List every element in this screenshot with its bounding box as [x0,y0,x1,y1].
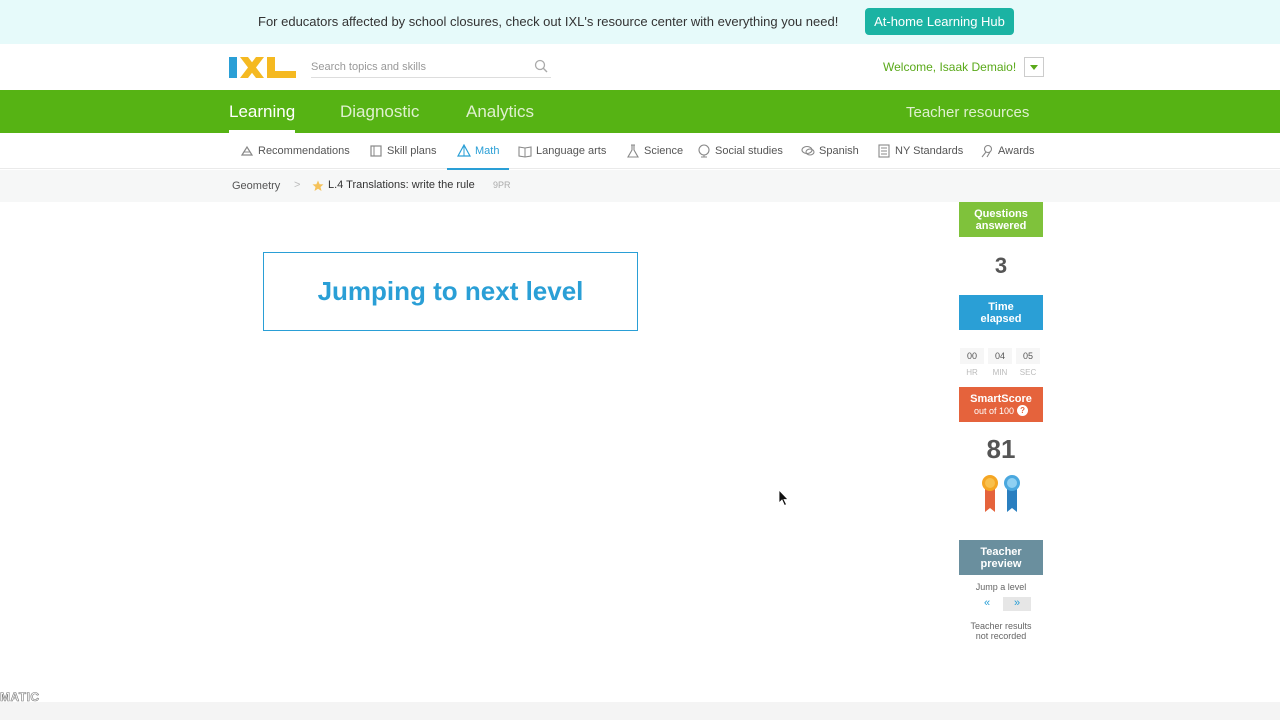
subnav-label: Social studies [715,145,783,157]
book-icon [518,146,532,158]
answered-label: answered [975,219,1027,232]
globe-icon [698,144,710,158]
questions-answered-panel: 3 [959,237,1043,295]
nav-analytics[interactable]: Analytics [466,102,534,122]
breadcrumb-skill: L.4 Translations: write the rule [328,179,475,191]
elapsed-label: elapsed [980,312,1022,325]
time-elapsed-panel: 00 HR 04 MIN 05 SEC [959,330,1043,387]
time-elapsed-header: Time elapsed [959,295,1043,330]
subnav-label: Science [644,145,684,157]
speech-bubble-icon [801,145,815,156]
note-line-1: Teacher results [970,621,1032,631]
smartscore-subtitle: out of 100 ? [973,405,1029,417]
banner-text: For educators affected by school closure… [258,14,839,29]
subject-nav: Recommendations Skill plans Math Languag… [0,133,1280,170]
teacher-results-note: Teacher results not recorded [959,621,1043,641]
flask-icon [627,144,639,158]
time-label: Time [988,300,1014,313]
welcome-message[interactable]: Welcome, Isaak Demaio! [883,60,1016,74]
standards-icon [878,144,890,158]
user-menu-dropdown[interactable] [1024,57,1044,77]
ixl-logo[interactable] [229,56,296,79]
chevron-right-icon: > [294,179,301,191]
star-icon[interactable] [312,180,324,192]
bottom-bar [0,702,1280,720]
mouse-cursor-icon [779,490,789,506]
nav-learning[interactable]: Learning [229,102,296,133]
teacher-preview-panel: Jump a level « » Teacher results not rec… [959,575,1043,646]
subnav-label: NY Standards [895,145,964,157]
subnav-recommendations[interactable]: Recommendations [240,144,350,158]
subnav-ny-standards[interactable]: NY Standards [877,144,963,158]
level-message-box: Jumping to next level [263,252,638,331]
at-home-learning-hub-button[interactable]: At-home Learning Hub [865,8,1014,35]
timer-minutes: 04 [988,348,1012,364]
subnav-label: Spanish [819,145,859,157]
subnav-label: Math [475,145,500,157]
subnav-awards[interactable]: Awards [980,144,1034,158]
teacher-label: Teacher [980,545,1022,558]
questions-answered-header: Questions answered [959,202,1043,237]
timer-hours: 00 [960,348,984,364]
skill-plans-icon [370,145,382,157]
skill-code: 9PR [493,180,511,190]
subnav-label: Language arts [536,145,607,157]
subnav-label: Skill plans [387,145,437,157]
smartscore-header: SmartScore out of 100 ? [959,387,1043,422]
subnav-skill-plans[interactable]: Skill plans [369,144,437,158]
search-input[interactable] [311,56,551,78]
jump-next-level-button[interactable]: » [1003,597,1031,611]
award-ribbons-icon [982,475,1020,512]
subnav-science[interactable]: Science [626,144,683,158]
jump-previous-level-button[interactable]: « [973,597,1001,611]
subnav-math[interactable]: Math [446,144,511,170]
recommendations-icon [240,145,254,156]
preview-label: preview [980,557,1022,570]
smartscore-label: SmartScore [970,392,1032,405]
jump-level-label: Jump a level [975,582,1027,592]
smartscore-panel: 81 [959,422,1043,526]
announcement-banner: For educators affected by school closure… [0,0,1280,44]
subnav-social-studies[interactable]: Social studies [697,144,783,158]
main-nav: Learning Diagnostic Analytics Teacher re… [0,90,1280,133]
note-line-2: not recorded [975,631,1027,641]
subnav-label: Awards [998,145,1035,157]
smartscore-value: 81 [986,434,1016,464]
search-icon[interactable] [534,59,548,73]
questions-label: Questions [974,207,1028,220]
nav-teacher-resources[interactable]: Teacher resources [906,104,1029,121]
smartscore-sub-label: out of 100 [973,405,1015,416]
teacher-preview-header: Teacher preview [959,540,1043,575]
subnav-language-arts[interactable]: Language arts [518,144,606,158]
breadcrumb: Geometry > L.4 Translations: write the r… [0,170,1280,202]
level-message: Jumping to next level [317,276,584,306]
awards-icon [981,144,993,158]
subnav-spanish[interactable]: Spanish [801,144,859,158]
questions-answered-value: 3 [994,253,1008,278]
help-icon[interactable]: ? [1017,405,1029,416]
timer-minutes-label: MIN [992,368,1008,377]
timer-seconds-label: SEC [1019,368,1037,377]
timer-seconds: 05 [1016,348,1040,364]
top-bar: Welcome, Isaak Demaio! [0,44,1280,90]
breadcrumb-subject[interactable]: Geometry [232,180,280,192]
chevron-down-icon [1030,64,1038,70]
nav-diagnostic[interactable]: Diagnostic [340,102,419,122]
subnav-label: Recommendations [258,145,350,157]
math-icon [457,144,471,157]
timer-hours-label: HR [966,368,978,377]
